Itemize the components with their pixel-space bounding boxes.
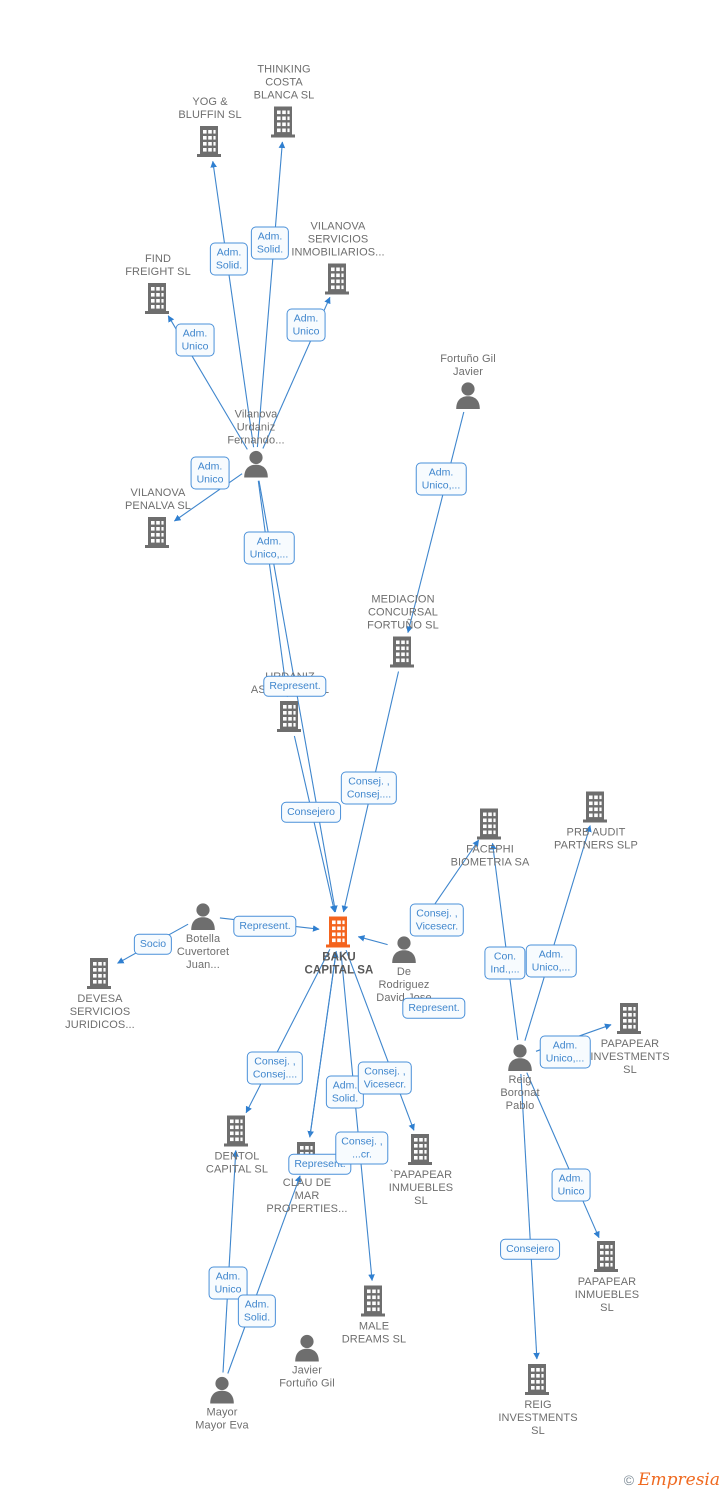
edge-label[interactable]: Consejero xyxy=(281,801,341,823)
company-building-icon xyxy=(87,958,111,989)
edge-label[interactable]: Represent. xyxy=(402,997,466,1019)
node-label: THINKING COSTA BLANCA SL xyxy=(253,63,315,102)
edge-label[interactable]: Adm. Unico xyxy=(175,323,215,357)
company-building-icon xyxy=(594,1241,618,1272)
company-building-icon xyxy=(525,1364,549,1395)
company-node[interactable]: VILANOVA PENALVA SL xyxy=(98,487,218,549)
node-label: VILANOVA SERVICIOS INMOBILIARIOS... xyxy=(291,220,385,259)
company-node[interactable]: FIND FREIGHT SL xyxy=(98,253,218,315)
edge-n5-n9 xyxy=(257,480,290,698)
edge-n9-n12 xyxy=(293,735,337,913)
company-node[interactable]: PAPAPEAR INMUEBLES SL xyxy=(547,1239,667,1315)
edge-label[interactable]: Socio xyxy=(133,933,173,955)
watermark: © Empresia xyxy=(624,1470,720,1490)
company-node[interactable]: PRB AUDIT PARTNERS SLP xyxy=(536,790,656,853)
node-label: Reig Boronat Pablo xyxy=(500,1074,540,1112)
person-node[interactable]: Fortuño Gil Javier xyxy=(408,353,528,409)
edge-label[interactable]: Adm. Unico xyxy=(286,308,326,342)
copyright-symbol: © xyxy=(623,1472,635,1488)
node-label: PRB AUDIT PARTNERS SLP xyxy=(554,826,638,852)
person-node[interactable]: De Rodriguez David Jose xyxy=(344,935,464,1005)
person-icon xyxy=(392,936,416,963)
company-building-icon xyxy=(617,1003,641,1034)
node-label: PAPAPEAR INMUEBLES SL xyxy=(574,1276,640,1314)
company-building-icon xyxy=(197,126,221,157)
person-node[interactable]: Mayor Mayor Eva xyxy=(162,1376,282,1433)
edge-label[interactable]: Consej. , Vicesecr. xyxy=(357,1061,413,1095)
edge-n24-n18 xyxy=(222,1150,239,1373)
person-icon xyxy=(244,450,268,478)
company-node[interactable]: MEDIACION CONCURSAL FORTUÑO SL xyxy=(343,594,463,669)
edge-label[interactable]: Adm. Solid. xyxy=(237,1294,277,1328)
node-label: MEDIACION CONCURSAL FORTUÑO SL xyxy=(367,593,439,632)
company-node[interactable]: REIG INVESTMENTS SL xyxy=(478,1362,598,1438)
company-node[interactable]: DEVESA SERVICIOS JURIDICOS... xyxy=(40,956,160,1032)
edge-label[interactable]: Adm. Unico,... xyxy=(539,1035,591,1069)
node-label: Mayor Mayor Eva xyxy=(195,1406,249,1432)
edge-n16-n25 xyxy=(520,1073,540,1360)
edge-label[interactable]: Adm. Unico xyxy=(190,456,230,490)
edge-label[interactable]: Consej. , Vicesecr. xyxy=(409,903,465,937)
edge-label[interactable]: Represent. xyxy=(263,675,327,697)
edge-label[interactable]: Consej. , Consej.... xyxy=(340,771,398,805)
node-label: FIND FREIGHT SL xyxy=(125,253,191,278)
edge-label[interactable]: Adm. Solid. xyxy=(250,226,290,260)
edge-label[interactable]: Represent. xyxy=(233,915,297,937)
edge-label[interactable]: Adm. Unico xyxy=(551,1168,591,1202)
node-label: REIG INVESTMENTS SL xyxy=(498,1399,578,1437)
person-icon xyxy=(508,1044,532,1071)
person-icon xyxy=(210,1376,234,1404)
edge-n5-n1 xyxy=(210,160,255,448)
edge-n16-n10 xyxy=(490,842,519,1041)
company-node[interactable]: THINKING COSTA BLANCA SL xyxy=(224,64,344,139)
company-building-icon xyxy=(145,517,169,548)
company-building-icon xyxy=(325,263,349,295)
company-building-icon xyxy=(583,791,607,823)
edge-label[interactable]: Adm. Unico,... xyxy=(525,944,577,978)
node-label: VILANOVA PENALVA SL xyxy=(124,487,192,512)
person-icon xyxy=(295,1334,319,1362)
person-icon xyxy=(191,903,215,930)
node-label: DEVESA SERVICIOS JURIDICOS... xyxy=(65,993,135,1031)
edge-label[interactable]: Adm. Unico,... xyxy=(415,462,467,496)
company-building-icon xyxy=(277,701,301,732)
edge-label[interactable]: Adm. Unico,... xyxy=(243,531,295,565)
edge-label[interactable]: Consejero xyxy=(500,1238,560,1260)
edge-n19-n12 xyxy=(309,950,339,1138)
edge-label[interactable]: Con. Ind.,... xyxy=(484,946,526,980)
edge-label[interactable]: Consej. , ...cr. xyxy=(335,1131,389,1165)
node-label: `PAPAPEAR INMUEBLES SL xyxy=(388,1169,454,1207)
company-node[interactable]: FACEPHI BIOMETRIA SA xyxy=(430,807,550,870)
company-node[interactable]: VILANOVA SERVICIOS INMOBILIARIOS... xyxy=(278,221,398,296)
company-building-icon xyxy=(271,106,295,138)
edge-label[interactable]: Adm. Solid. xyxy=(209,242,249,276)
company-building-icon xyxy=(408,1134,432,1165)
company-building-icon xyxy=(145,283,169,314)
node-label: Fortuño Gil Javier xyxy=(440,353,496,378)
company-building-icon xyxy=(390,636,414,668)
person-icon xyxy=(456,382,480,409)
company-building-icon xyxy=(477,808,501,840)
company-building-icon xyxy=(361,1285,385,1317)
brand-name: Empresia xyxy=(638,1470,720,1490)
node-label: FACEPHI BIOMETRIA SA xyxy=(450,843,530,869)
node-label: Vilanova Urdaniz Fernando... xyxy=(227,408,285,447)
node-label: CLAU DE MAR PROPERTIES... xyxy=(266,1177,348,1215)
edge-label[interactable]: Consej. , Consej.... xyxy=(246,1051,304,1085)
